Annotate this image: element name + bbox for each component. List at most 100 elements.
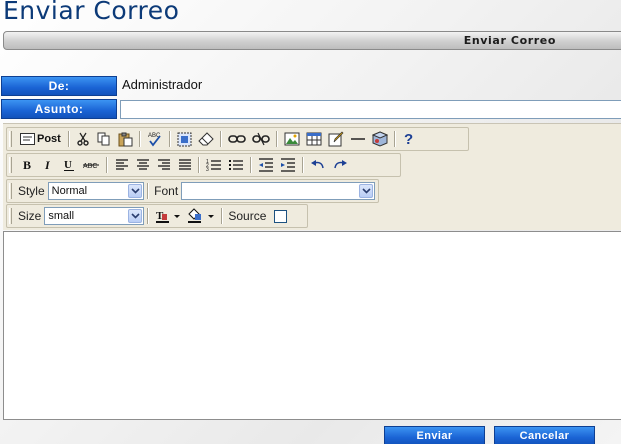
post-icon xyxy=(20,133,35,145)
toolbar-row-3: Style Normal Font xyxy=(6,179,379,203)
unordered-list-button[interactable] xyxy=(225,155,247,175)
undo-button[interactable] xyxy=(307,155,329,175)
background-color-button[interactable] xyxy=(184,206,218,226)
image-icon xyxy=(284,131,300,147)
toolbar-grip xyxy=(9,208,12,224)
align-center-button[interactable] xyxy=(132,155,153,175)
toolbar-separator xyxy=(302,157,304,173)
bold-icon: B xyxy=(21,158,33,172)
ordered-list-icon: 123 xyxy=(206,158,222,172)
section-title-label: Enviar Correo xyxy=(463,34,556,47)
align-left-icon xyxy=(115,159,129,171)
justify-button[interactable] xyxy=(174,155,195,175)
pencil-icon xyxy=(328,131,344,147)
redo-icon xyxy=(332,159,348,171)
indent-button[interactable] xyxy=(277,155,299,175)
toolbar-separator xyxy=(393,131,396,147)
from-label: De: xyxy=(1,76,117,96)
special-object-button[interactable] xyxy=(369,129,391,149)
post-label: Post xyxy=(37,133,61,145)
unordered-list-icon xyxy=(228,158,244,172)
undo-icon xyxy=(310,159,326,171)
svg-text:3: 3 xyxy=(206,167,209,172)
style-select-value: Normal xyxy=(51,185,88,197)
size-select-value: small xyxy=(48,210,75,222)
outdent-icon xyxy=(258,158,274,172)
table-icon xyxy=(306,132,322,146)
cube-icon xyxy=(371,131,388,147)
toolbar-separator xyxy=(147,208,150,224)
redo-button[interactable] xyxy=(329,155,351,175)
select-all-button[interactable] xyxy=(174,129,195,149)
insert-table-button[interactable] xyxy=(303,129,325,149)
strikethrough-icon: ABC xyxy=(82,159,100,171)
unlink-button[interactable] xyxy=(249,129,273,149)
style-label: Style xyxy=(17,184,45,198)
chevron-down-icon xyxy=(359,184,373,198)
bold-button[interactable]: B xyxy=(16,155,37,175)
cancel-button[interactable]: Cancelar xyxy=(494,426,595,444)
horizontal-rule-button[interactable] xyxy=(347,129,369,149)
send-button[interactable]: Enviar xyxy=(384,426,485,444)
align-right-button[interactable] xyxy=(153,155,174,175)
editor-toolbar: Post ABC ? B I U ABC 1 2 3 Style Normal … xyxy=(3,123,621,230)
style-select[interactable]: Normal xyxy=(47,182,145,200)
spellcheck-icon: ABC xyxy=(147,131,163,147)
source-label: Source xyxy=(228,209,267,223)
copy-icon xyxy=(97,132,111,146)
toolbar-separator xyxy=(221,208,224,224)
justify-icon xyxy=(178,159,192,171)
toolbar-separator xyxy=(275,131,278,147)
section-title-bar: Enviar Correo xyxy=(3,31,621,50)
font-select[interactable] xyxy=(181,182,375,200)
underline-icon: U xyxy=(63,158,75,172)
svg-text:?: ? xyxy=(404,131,413,147)
select-all-icon xyxy=(177,132,192,147)
toolbar-separator xyxy=(198,157,200,173)
scissors-icon xyxy=(76,132,90,146)
size-select[interactable]: small xyxy=(44,207,145,225)
page-title: Enviar Correo xyxy=(3,0,180,25)
help-icon: ? xyxy=(403,131,415,147)
link-button[interactable] xyxy=(225,129,249,149)
toolbar-separator xyxy=(138,131,141,147)
subject-input[interactable] xyxy=(120,100,621,119)
unlink-icon xyxy=(252,132,270,146)
toolbar-separator xyxy=(147,183,150,199)
chevron-down-icon xyxy=(128,184,143,198)
toolbar-separator xyxy=(219,131,222,147)
italic-button[interactable]: I xyxy=(37,155,58,175)
toolbar-separator xyxy=(168,131,171,147)
message-editor[interactable] xyxy=(3,231,621,420)
edit-form-button[interactable] xyxy=(325,129,347,149)
toolbar-row-2: B I U ABC 123 xyxy=(6,153,401,177)
text-color-button[interactable]: T xyxy=(152,206,184,226)
text-color-icon: T xyxy=(155,208,181,224)
font-label: Font xyxy=(154,184,179,198)
insert-image-button[interactable] xyxy=(281,129,303,149)
outdent-button[interactable] xyxy=(255,155,277,175)
svg-text:ABC: ABC xyxy=(83,163,97,170)
remove-format-button[interactable] xyxy=(195,129,217,149)
ordered-list-button[interactable]: 123 xyxy=(203,155,225,175)
spellcheck-button[interactable]: ABC xyxy=(144,129,166,149)
toolbar-row-1: Post ABC ? xyxy=(6,127,469,151)
link-icon xyxy=(228,133,246,145)
copy-button[interactable] xyxy=(94,129,115,149)
align-left-button[interactable] xyxy=(111,155,132,175)
eraser-icon xyxy=(198,132,214,146)
toolbar-row-4: Size small T Source xyxy=(6,204,308,228)
toolbar-separator xyxy=(106,157,108,173)
paint-bucket-icon xyxy=(187,208,215,224)
italic-icon: I xyxy=(42,158,54,172)
chevron-down-icon xyxy=(128,209,143,223)
cut-button[interactable] xyxy=(73,129,94,149)
help-button[interactable]: ? xyxy=(399,129,420,149)
underline-button[interactable]: U xyxy=(58,155,79,175)
paste-icon xyxy=(118,132,133,147)
paste-button[interactable] xyxy=(115,129,136,149)
strikethrough-button[interactable]: ABC xyxy=(79,155,103,175)
svg-text:B: B xyxy=(23,158,31,172)
source-checkbox[interactable] xyxy=(274,209,288,223)
post-button[interactable]: Post xyxy=(16,129,65,149)
